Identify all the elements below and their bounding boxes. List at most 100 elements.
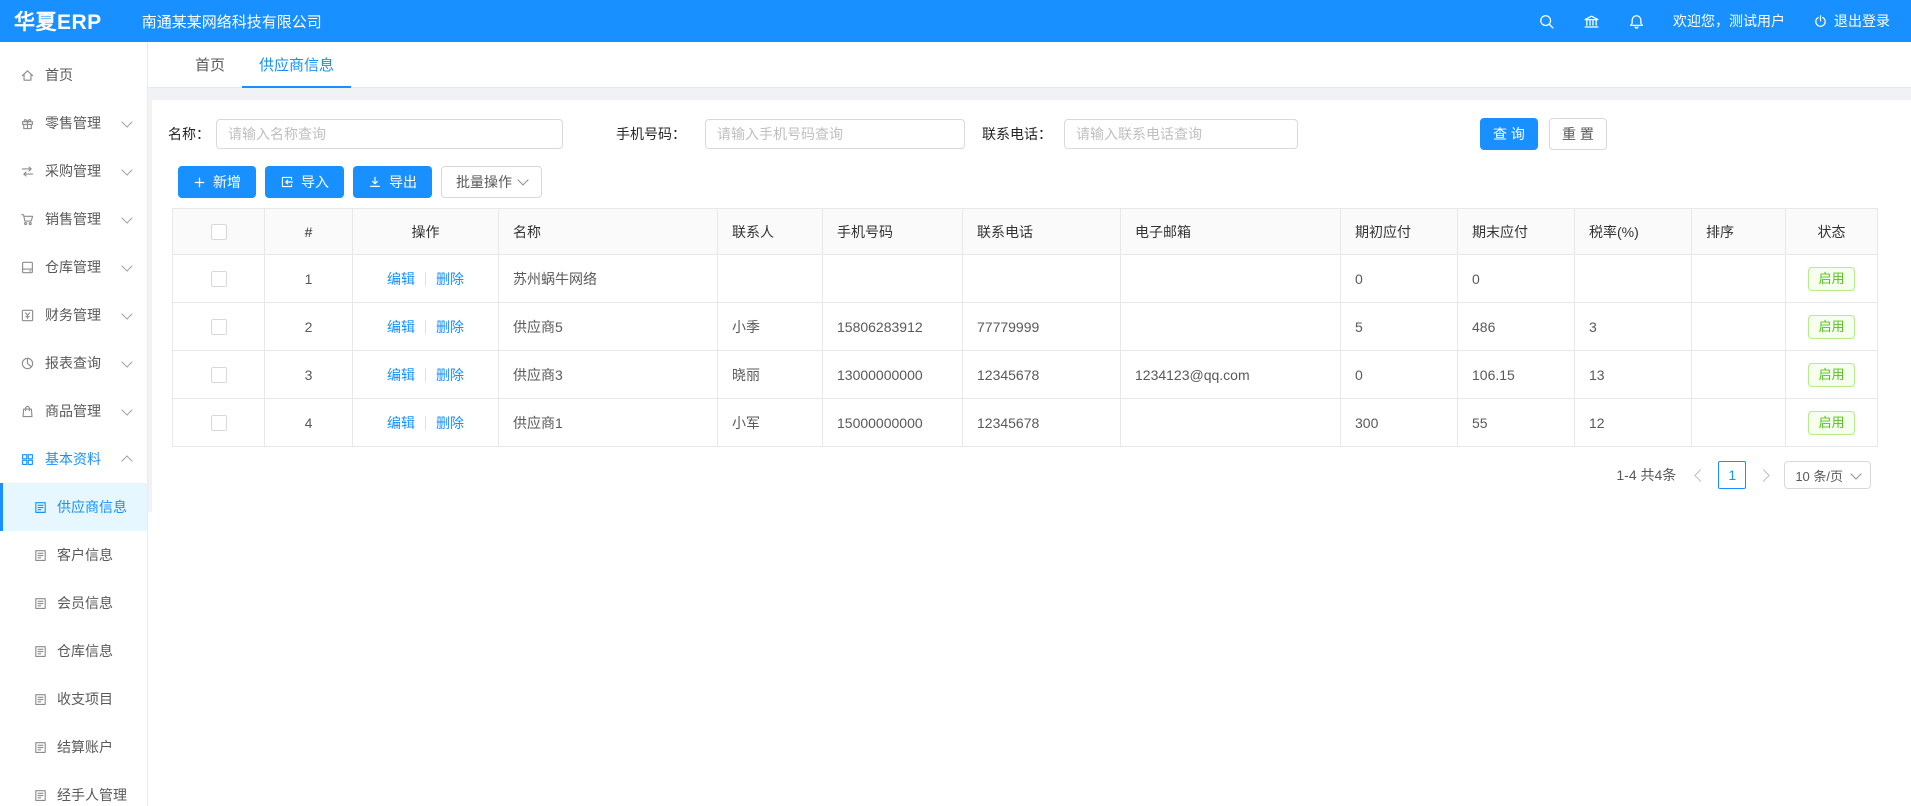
page-size-select[interactable]: 10 条/页 <box>1784 461 1871 489</box>
column-header: 排序 <box>1692 209 1786 255</box>
delete-link[interactable]: 删除 <box>436 271 464 287</box>
sidebar-subitem-member-info[interactable]: 会员信息 <box>0 579 147 627</box>
link-divider <box>425 368 426 382</box>
column-header: 电子邮箱 <box>1121 209 1341 255</box>
content-card: 名称： 手机号码： 联系电话： 查 询 重 置 新增 导入 <box>152 100 1887 512</box>
chevron-left-icon <box>1694 469 1707 482</box>
logout-button[interactable]: 退出登录 <box>1813 11 1890 31</box>
delete-link[interactable]: 删除 <box>436 319 464 335</box>
sidebar-item-home[interactable]: 首页 <box>0 51 147 99</box>
row-index: 4 <box>265 399 353 447</box>
welcome-user[interactable]: 欢迎您，测试用户 <box>1673 11 1785 31</box>
cell-phone: 15000000000 <box>823 399 963 447</box>
name-filter-label: 名称： <box>168 118 210 150</box>
cell-opening-payable: 5 <box>1341 303 1458 351</box>
select-all-checkbox[interactable] <box>211 224 227 240</box>
chevron-down-icon <box>1850 468 1861 479</box>
row-checkbox[interactable] <box>211 271 227 287</box>
search-icon[interactable] <box>1538 13 1555 30</box>
edit-link[interactable]: 编辑 <box>387 367 415 383</box>
table-header-row: #操作名称联系人手机号码联系电话电子邮箱期初应付期末应付税率(%)排序状态 <box>173 209 1878 255</box>
cell-sort <box>1692 351 1786 399</box>
name-filter-input[interactable] <box>216 119 563 149</box>
reset-button[interactable]: 重 置 <box>1549 118 1607 150</box>
column-header: 手机号码 <box>823 209 963 255</box>
sidebar-subitem-handler-management[interactable]: 经手人管理 <box>0 771 147 806</box>
sidebar-subitem-income-expense-items[interactable]: 收支项目 <box>0 675 147 723</box>
phone-filter-input[interactable] <box>705 119 965 149</box>
sidebar-item-purchase[interactable]: 采购管理 <box>0 147 147 195</box>
tab-supplier-info[interactable]: 供应商信息 <box>242 42 351 87</box>
edit-link[interactable]: 编辑 <box>387 271 415 287</box>
chevron-down-icon <box>121 404 132 415</box>
top-header: 华夏ERP 南通某某网络科技有限公司 欢迎您，测试用户 退出登录 <box>0 0 1911 42</box>
pagination: 1-4 共4条 1 10 条/页 <box>1616 460 1871 490</box>
doc-icon <box>33 692 48 707</box>
edit-link[interactable]: 编辑 <box>387 415 415 431</box>
chevron-down-icon <box>121 308 132 319</box>
bank-icon[interactable] <box>1583 13 1600 30</box>
bell-icon[interactable] <box>1628 13 1645 30</box>
cell-opening-payable: 300 <box>1341 399 1458 447</box>
tab-home[interactable]: 首页 <box>178 42 242 87</box>
column-header: 联系人 <box>718 209 823 255</box>
search-button[interactable]: 查 询 <box>1480 118 1538 150</box>
logout-label: 退出登录 <box>1834 11 1890 31</box>
row-checkbox[interactable] <box>211 319 227 335</box>
sidebar-subitem-settlement-accounts[interactable]: 结算账户 <box>0 723 147 771</box>
link-divider <box>425 416 426 430</box>
cell-tel: 12345678 <box>963 399 1121 447</box>
delete-link[interactable]: 删除 <box>436 415 464 431</box>
bag-icon <box>20 404 35 419</box>
chevron-down-icon <box>517 174 528 185</box>
cell-phone: 15806283912 <box>823 303 963 351</box>
sidebar-subitem-customer-info[interactable]: 客户信息 <box>0 531 147 579</box>
chevron-right-icon <box>1757 469 1770 482</box>
table-row: 2编辑删除供应商5小季158062839127777999954863启用 <box>173 303 1878 351</box>
tel-filter-input[interactable] <box>1064 119 1298 149</box>
cell-phone <box>823 255 963 303</box>
prev-page-button[interactable] <box>1688 461 1710 489</box>
money-icon <box>20 308 35 323</box>
current-page[interactable]: 1 <box>1718 461 1746 489</box>
batch-actions-dropdown[interactable]: 批量操作 <box>441 166 542 198</box>
cell-contact: 晓丽 <box>718 351 823 399</box>
import-icon <box>280 175 294 189</box>
cell-tel <box>963 255 1121 303</box>
row-checkbox[interactable] <box>211 415 227 431</box>
plus-icon <box>193 176 206 189</box>
sidebar-item-basic-data[interactable]: 基本资料 <box>0 435 147 483</box>
status-badge: 启用 <box>1808 267 1854 291</box>
sidebar-item-warehouse[interactable]: 仓库管理 <box>0 243 147 291</box>
table-body: 1编辑删除苏州蜗牛网络00启用2编辑删除供应商5小季15806283912777… <box>173 255 1878 447</box>
edit-link[interactable]: 编辑 <box>387 319 415 335</box>
cell-opening-payable: 0 <box>1341 255 1458 303</box>
grid-icon <box>20 452 35 467</box>
table-row: 1编辑删除苏州蜗牛网络00启用 <box>173 255 1878 303</box>
add-button[interactable]: 新增 <box>178 166 256 198</box>
status-badge: 启用 <box>1808 315 1854 339</box>
cell-email <box>1121 399 1341 447</box>
import-button[interactable]: 导入 <box>265 166 344 198</box>
sidebar-subitem-supplier-info[interactable]: 供应商信息 <box>0 483 147 531</box>
link-divider <box>425 320 426 334</box>
pie-icon <box>20 356 35 371</box>
tel-filter-label: 联系电话： <box>982 118 1052 150</box>
sidebar-item-goods[interactable]: 商品管理 <box>0 387 147 435</box>
next-page-button[interactable] <box>1754 461 1776 489</box>
sidebar-item-reports[interactable]: 报表查询 <box>0 339 147 387</box>
sidebar-item-finance[interactable]: 财务管理 <box>0 291 147 339</box>
delete-link[interactable]: 删除 <box>436 367 464 383</box>
cell-email: 1234123@qq.com <box>1121 351 1341 399</box>
hdd-icon <box>20 260 35 275</box>
filter-row: 名称： 手机号码： 联系电话： 查 询 重 置 <box>152 118 1887 150</box>
sidebar-item-retail[interactable]: 零售管理 <box>0 99 147 147</box>
doc-icon <box>33 644 48 659</box>
sidebar-subitem-warehouse-info[interactable]: 仓库信息 <box>0 627 147 675</box>
toolbar: 新增 导入 导出 批量操作 <box>178 166 542 198</box>
phone-filter-label: 手机号码： <box>616 118 686 150</box>
sidebar-item-sales[interactable]: 销售管理 <box>0 195 147 243</box>
row-checkbox[interactable] <box>211 367 227 383</box>
export-button[interactable]: 导出 <box>353 166 432 198</box>
doc-icon <box>33 500 48 515</box>
